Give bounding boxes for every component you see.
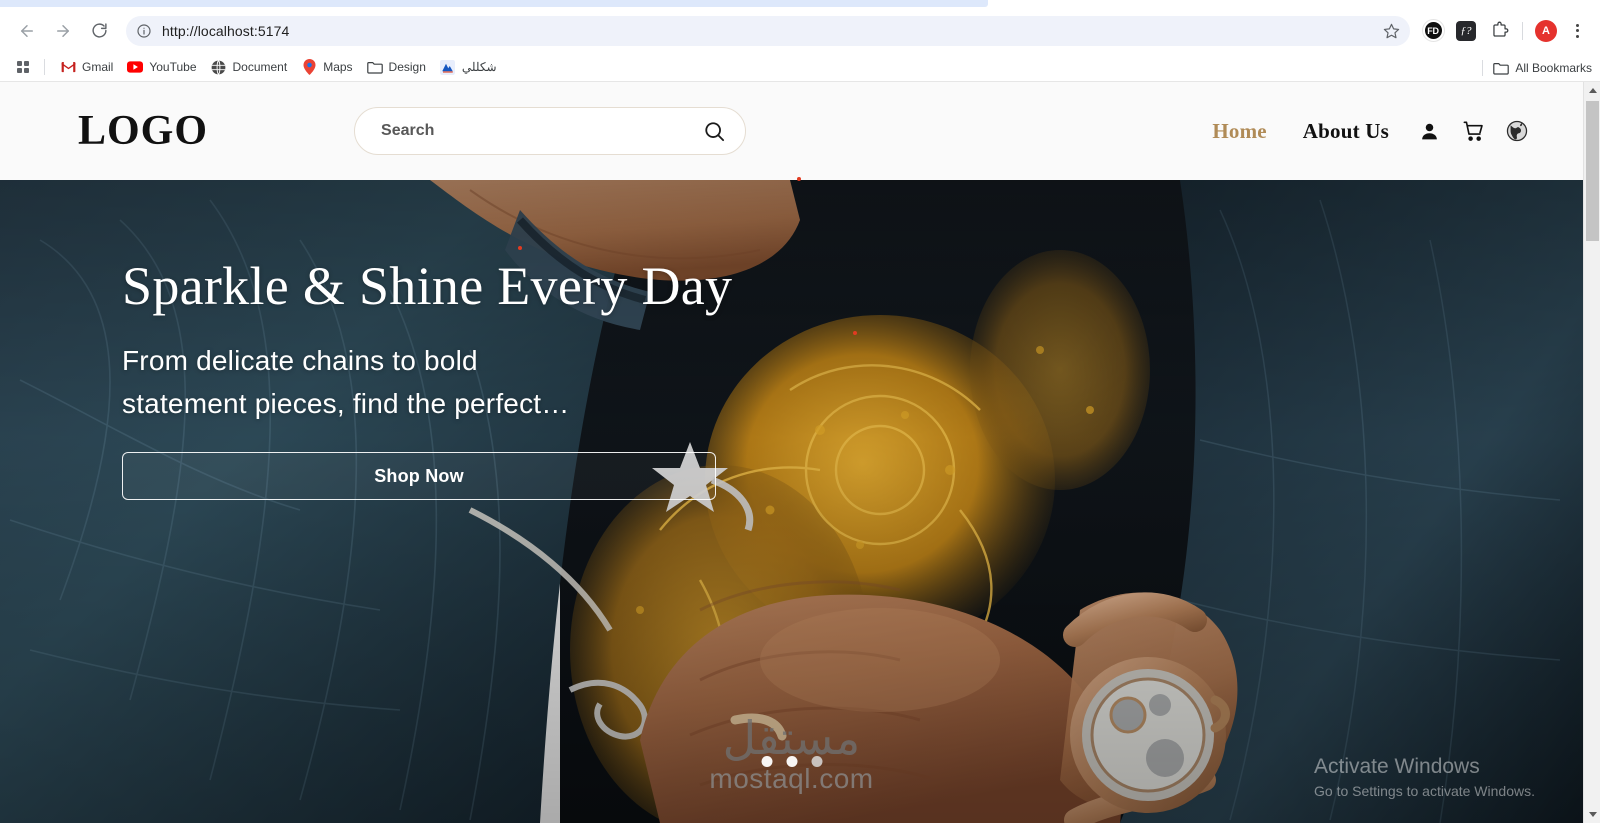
tab-strip	[0, 0, 1600, 8]
back-button[interactable]	[10, 14, 44, 48]
avatar-initial: A	[1535, 19, 1557, 42]
fd-extension-label: FD	[1422, 20, 1444, 41]
address-bar[interactable]: http://localhost:5174	[126, 15, 1410, 46]
gmail-icon	[60, 59, 76, 75]
forward-button[interactable]	[46, 14, 80, 48]
browser-window: http://localhost:5174 FD ƒ? A Gmail YouT…	[0, 0, 1600, 823]
chrome-menu-button[interactable]	[1564, 16, 1590, 46]
scrollbar-up-arrow[interactable]	[1584, 82, 1600, 99]
bookmark-label: Document	[232, 60, 288, 74]
profile-avatar[interactable]: A	[1531, 16, 1561, 46]
map-pin-icon	[301, 59, 317, 75]
cart-icon[interactable]	[1451, 114, 1495, 148]
fq-extension-label: ƒ?	[1456, 20, 1476, 41]
search-bar[interactable]	[354, 107, 747, 155]
hero-subtitle: From delicate chains to bold statement p…	[122, 339, 718, 426]
bookmark-label: YouTube	[149, 60, 197, 74]
fq-extension-icon[interactable]: ƒ?	[1451, 16, 1481, 46]
scrollbar-down-arrow[interactable]	[1584, 806, 1600, 823]
bookmark-shakally[interactable]: شكللي	[433, 56, 504, 78]
bookmarks-bar-right: All Bookmarks	[1482, 53, 1592, 82]
nav-link-about-us[interactable]: About Us	[1285, 119, 1407, 144]
star-icon[interactable]	[1383, 22, 1400, 39]
address-bar-url: http://localhost:5174	[162, 22, 290, 39]
bookmark-maps[interactable]: Maps	[294, 56, 359, 78]
cursor-dot-marker	[853, 331, 857, 335]
cursor-dot-marker	[518, 246, 522, 250]
folder-icon	[366, 59, 383, 75]
toolbar-actions: FD ƒ? A	[1418, 16, 1590, 46]
toolbar-divider	[1522, 21, 1523, 40]
nav-link-home[interactable]: Home	[1194, 119, 1284, 144]
carousel-dot-2[interactable]	[786, 756, 797, 767]
hero-subtitle-line-2: statement pieces, find the perfect…	[122, 388, 570, 420]
reload-button[interactable]	[82, 14, 116, 48]
apps-grid-icon[interactable]	[10, 55, 36, 79]
carousel-dot-3[interactable]	[811, 756, 822, 767]
shop-now-button[interactable]: Shop Now	[122, 452, 716, 501]
info-circle-icon[interactable]	[136, 23, 152, 39]
hero-section: Sparkle & Shine Every Day From delicate …	[0, 180, 1583, 823]
account-icon[interactable]	[1407, 114, 1451, 148]
scrollbar-thumb[interactable]	[1586, 101, 1599, 241]
app-icon	[440, 59, 456, 75]
active-tab[interactable]	[0, 0, 988, 7]
bookmark-document[interactable]: Document	[204, 56, 295, 78]
bookmark-label: Design	[388, 60, 426, 74]
site-logo[interactable]: LOGO	[78, 107, 208, 155]
extensions-puzzle-icon[interactable]	[1484, 16, 1514, 46]
page-scrollbar[interactable]	[1583, 82, 1600, 823]
carousel-dot-1[interactable]	[761, 756, 772, 767]
bookmark-label: Gmail	[82, 60, 114, 74]
bookmark-label: Maps	[323, 60, 353, 74]
bookmarks-divider	[44, 59, 45, 75]
bookmark-gmail[interactable]: Gmail	[53, 56, 120, 78]
site-header: LOGO Home About Us	[0, 82, 1583, 180]
fd-extension-icon[interactable]: FD	[1418, 16, 1448, 46]
hero-subtitle-line-1: From delicate chains to bold	[122, 344, 478, 376]
bookmark-design[interactable]: Design	[360, 56, 433, 78]
bookmarks-right-divider	[1482, 59, 1484, 76]
hero-title: Sparkle & Shine Every Day	[122, 256, 733, 316]
language-globe-icon[interactable]	[1495, 114, 1539, 148]
all-bookmarks-folder-icon[interactable]	[1493, 60, 1510, 76]
search-input[interactable]	[381, 122, 702, 140]
youtube-icon	[127, 59, 144, 75]
browser-toolbar: http://localhost:5174 FD ƒ? A	[0, 8, 1600, 53]
bookmarks-bar: Gmail YouTube Document Maps Design شكللي…	[0, 53, 1600, 82]
hero-content: Sparkle & Shine Every Day From delicate …	[122, 256, 733, 501]
page-viewport: LOGO Home About Us	[0, 82, 1600, 823]
bookmark-youtube[interactable]: YouTube	[120, 56, 203, 78]
carousel-dots	[761, 756, 822, 767]
bookmark-label: شكللي	[461, 60, 497, 74]
search-icon[interactable]	[701, 118, 727, 144]
main-nav: Home About Us	[1194, 114, 1539, 148]
all-bookmarks-label[interactable]: All Bookmarks	[1515, 61, 1592, 75]
web-page: LOGO Home About Us	[0, 82, 1583, 823]
cursor-dot-marker	[797, 177, 801, 181]
globe-icon	[211, 59, 227, 75]
